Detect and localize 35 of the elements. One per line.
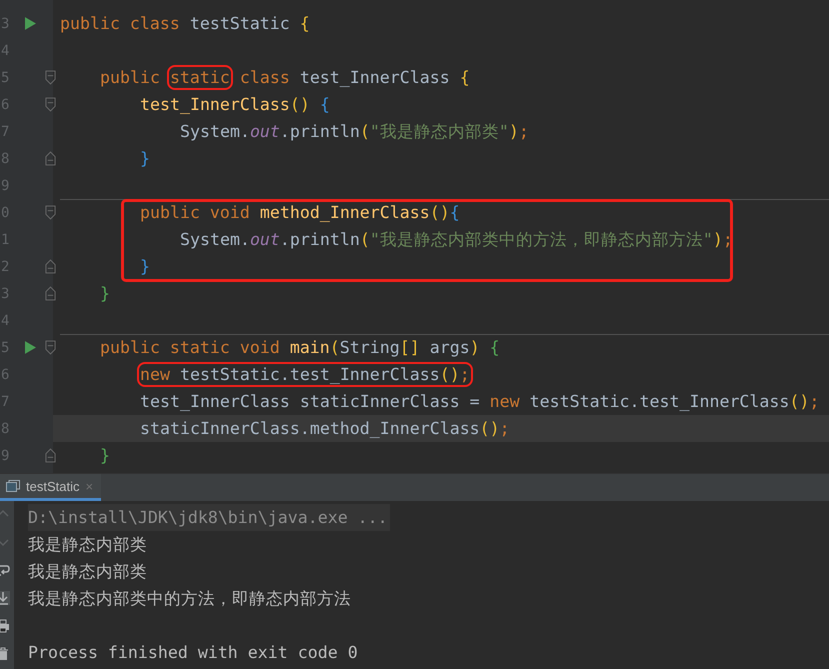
console-command: D:\install\JDK\jdk8\bin\java.exe ... bbox=[28, 504, 390, 531]
code-line: System.out.println("我是静态内部类中的方法，即静态内部方法"); bbox=[179, 229, 734, 251]
run-icon[interactable] bbox=[24, 341, 36, 354]
soft-wrap-icon[interactable] bbox=[0, 563, 10, 577]
console-output: 我是静态内部类 bbox=[28, 534, 148, 556]
code-line: } bbox=[139, 256, 151, 278]
fold-open-icon[interactable] bbox=[45, 97, 56, 112]
print-icon[interactable] bbox=[0, 619, 10, 633]
code-line: public void method_InnerClass(){ bbox=[139, 202, 461, 224]
code-line: test_InnerClass staticInnerClass = new testStatic.test_InnerClass(); bbox=[139, 391, 820, 413]
fold-close-icon[interactable] bbox=[45, 259, 56, 274]
fold-open-icon[interactable] bbox=[45, 70, 56, 85]
code-line: System.out.println("我是静态内部类"); bbox=[179, 121, 530, 143]
fold-open-icon[interactable] bbox=[45, 205, 56, 220]
fold-open-icon[interactable] bbox=[45, 340, 56, 355]
code-line: staticInnerClass.method_InnerClass(); bbox=[139, 418, 511, 440]
code-line: } bbox=[139, 148, 151, 170]
code-line: new testStatic.test_InnerClass(); bbox=[134, 361, 476, 388]
code-line: } bbox=[99, 283, 111, 305]
console-output: Process finished with exit code 0 bbox=[28, 642, 359, 664]
code-line: test_InnerClass() { bbox=[139, 94, 331, 116]
scroll-to-end-icon[interactable] bbox=[0, 591, 10, 605]
console-tab[interactable]: testStatic × bbox=[0, 474, 102, 501]
console-output: 我是静态内部类 bbox=[28, 561, 148, 583]
code-line: public static class test_InnerClass { bbox=[94, 64, 476, 91]
console-icon bbox=[6, 480, 20, 492]
code-line: } bbox=[99, 445, 111, 467]
code-line: public static void main(String[] args) { bbox=[99, 337, 501, 359]
console-output: 我是静态内部类中的方法，即静态内部方法 bbox=[28, 588, 352, 610]
code-line: public class testStatic { bbox=[59, 13, 311, 35]
fold-close-icon[interactable] bbox=[45, 286, 56, 301]
fold-close-icon[interactable] bbox=[45, 151, 56, 166]
run-icon[interactable] bbox=[24, 17, 36, 30]
fold-close-icon[interactable] bbox=[45, 448, 56, 463]
trash-icon[interactable] bbox=[0, 647, 10, 661]
